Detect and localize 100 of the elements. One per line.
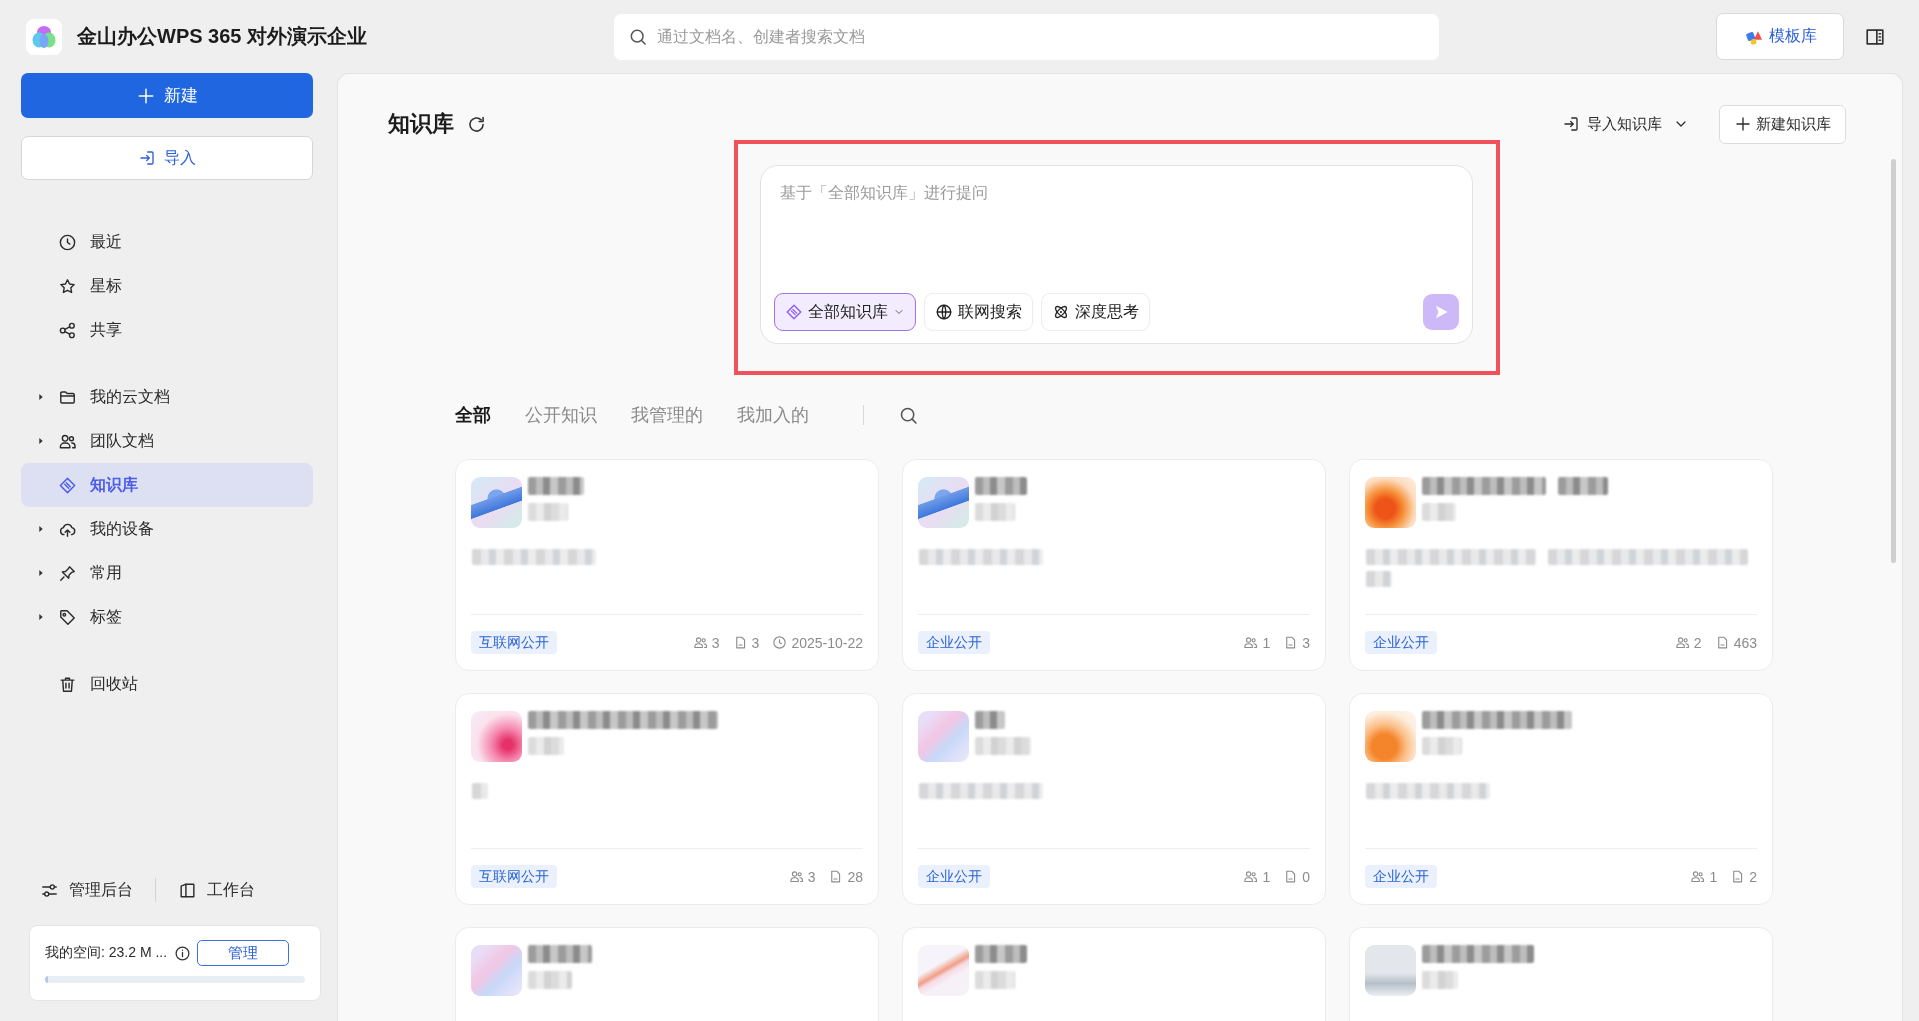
- knowledge-card[interactable]: 互联网公开 3 28: [455, 693, 879, 905]
- people-icon: [1243, 869, 1259, 884]
- thumbnail-image: [1365, 711, 1416, 762]
- blurred-title: [528, 477, 584, 495]
- app-title: 金山办公WPS 365 对外演示企业: [77, 24, 368, 49]
- template-library-button[interactable]: 模板库: [1716, 13, 1844, 60]
- blurred-title: [528, 945, 592, 963]
- knowledge-card[interactable]: 互联网公开 3 3 2025-10-22: [455, 459, 879, 671]
- document-count: 3: [1302, 634, 1310, 651]
- blurred-description: [472, 783, 488, 799]
- thumbnail-image: [918, 477, 969, 528]
- thumbnail-image: [471, 477, 522, 528]
- blurred-subtitle: [975, 971, 1015, 989]
- member-count: 2: [1693, 634, 1702, 651]
- blurred-subtitle: [528, 971, 572, 989]
- knowledge-card[interactable]: 企业公开 1 2: [1349, 693, 1773, 905]
- people-icon: [1690, 869, 1706, 884]
- blurred-subtitle: [1422, 737, 1462, 755]
- diamond-link-icon: [785, 303, 803, 321]
- clock-icon: [772, 635, 788, 650]
- sidebar-item[interactable]: 常用: [21, 551, 313, 595]
- document-count: 28: [847, 868, 863, 885]
- manage-button[interactable]: 管理: [197, 940, 290, 966]
- document-count: 0: [1302, 868, 1310, 885]
- visibility-tag: 互联网公开: [471, 631, 557, 654]
- sidebar-item[interactable]: 星标: [21, 264, 313, 308]
- search-field[interactable]: 通过文档名、创建者搜索文档: [614, 13, 1439, 60]
- book-icon: [178, 880, 197, 900]
- admin-console-link[interactable]: 管理后台: [40, 879, 133, 901]
- knowledge-scope-dropdown[interactable]: 全部知识库: [774, 293, 916, 331]
- blurred-title: [975, 945, 1027, 963]
- globe-icon: [935, 303, 953, 321]
- visibility-tag: 企业公开: [1365, 865, 1437, 888]
- sidebar-item[interactable]: 标签: [21, 595, 313, 639]
- people-icon: [1243, 635, 1259, 650]
- member-count: 3: [711, 634, 720, 651]
- question-input[interactable]: 基于「全部知识库」进行提问: [774, 182, 1459, 293]
- visibility-tag: 企业公开: [1365, 631, 1437, 654]
- storage-usage-text: 我的空间: 23.2 M ...: [45, 944, 168, 962]
- import-icon: [138, 149, 156, 167]
- knowledge-card[interactable]: 企业公开 1 3: [902, 459, 1326, 671]
- info-icon[interactable]: [174, 944, 192, 962]
- visibility-tag: 企业公开: [918, 631, 990, 654]
- web-search-toggle[interactable]: 联网搜索: [924, 293, 1033, 331]
- member-count: 1: [1262, 868, 1271, 885]
- star-icon: [58, 276, 77, 296]
- visibility-tag: 企业公开: [918, 865, 990, 888]
- updated-date: 2025-10-22: [791, 634, 863, 651]
- import-knowledge-menu[interactable]: 导入知识库: [1562, 114, 1689, 134]
- diamond-link-icon: [58, 475, 77, 495]
- search-input[interactable]: 通过文档名、创建者搜索文档: [657, 27, 1439, 46]
- tag-icon: [58, 607, 77, 627]
- blurred-subtitle: [528, 737, 564, 755]
- blurred-title: [975, 477, 1027, 495]
- blurred-subtitle: [1422, 503, 1456, 521]
- atom-icon: [1052, 303, 1070, 321]
- question-box[interactable]: 基于「全部知识库」进行提问 全部知识库 联网搜索 深度思考: [760, 165, 1473, 344]
- people-icon: [692, 635, 708, 650]
- plus-icon: [1734, 115, 1752, 133]
- workbench-link[interactable]: 工作台: [178, 879, 255, 901]
- share-icon: [58, 320, 77, 340]
- member-count: 1: [1709, 868, 1718, 885]
- import-button[interactable]: 导入: [21, 136, 313, 180]
- document-count: 3: [751, 634, 760, 651]
- thumbnail-image: [1365, 477, 1416, 528]
- import-icon: [1562, 115, 1580, 133]
- new-button[interactable]: 新建: [21, 73, 313, 118]
- filter-tab[interactable]: 全部: [455, 403, 491, 427]
- sidebar-item[interactable]: 我的设备: [21, 507, 313, 551]
- page-title: 知识库: [388, 110, 454, 138]
- blurred-subtitle: [975, 503, 1015, 521]
- blurred-subtitle: [528, 503, 568, 521]
- scrollbar-thumb[interactable]: [1891, 159, 1896, 563]
- sidebar-item[interactable]: 共享: [21, 308, 313, 352]
- blurred-subtitle: [1422, 971, 1458, 989]
- blurred-title: [1558, 477, 1608, 495]
- new-knowledge-base-button[interactable]: 新建知识库: [1719, 104, 1846, 144]
- trash-icon: [58, 674, 77, 694]
- knowledge-card[interactable]: 企业公开 1 0: [902, 693, 1326, 905]
- sidebar-item[interactable]: 知识库: [21, 463, 313, 507]
- member-count: 3: [807, 868, 816, 885]
- sidebar-item[interactable]: 我的云文档: [21, 375, 313, 419]
- document-count: 2: [1749, 868, 1757, 885]
- sidebar-item[interactable]: 团队文档: [21, 419, 313, 463]
- sidebar-item[interactable]: 最近: [21, 220, 313, 264]
- knowledge-card[interactable]: 企业公开 2 463: [1349, 459, 1773, 671]
- app-logo-icon: [26, 18, 62, 55]
- pin-icon: [58, 563, 77, 583]
- deep-thinking-toggle[interactable]: 深度思考: [1041, 293, 1150, 331]
- visibility-tag: 互联网公开: [471, 865, 557, 888]
- sidebar-item[interactable]: 回收站: [21, 662, 313, 706]
- people-icon: [1674, 635, 1690, 650]
- thumbnail-image: [918, 945, 969, 996]
- thumbnail-image: [918, 711, 969, 762]
- blurred-title: [975, 711, 1005, 729]
- blurred-description: [1366, 571, 1392, 587]
- thumbnail-image: [471, 711, 522, 762]
- document-count: 463: [1733, 634, 1757, 651]
- people-icon: [788, 869, 804, 884]
- blurred-subtitle: [975, 737, 1031, 755]
